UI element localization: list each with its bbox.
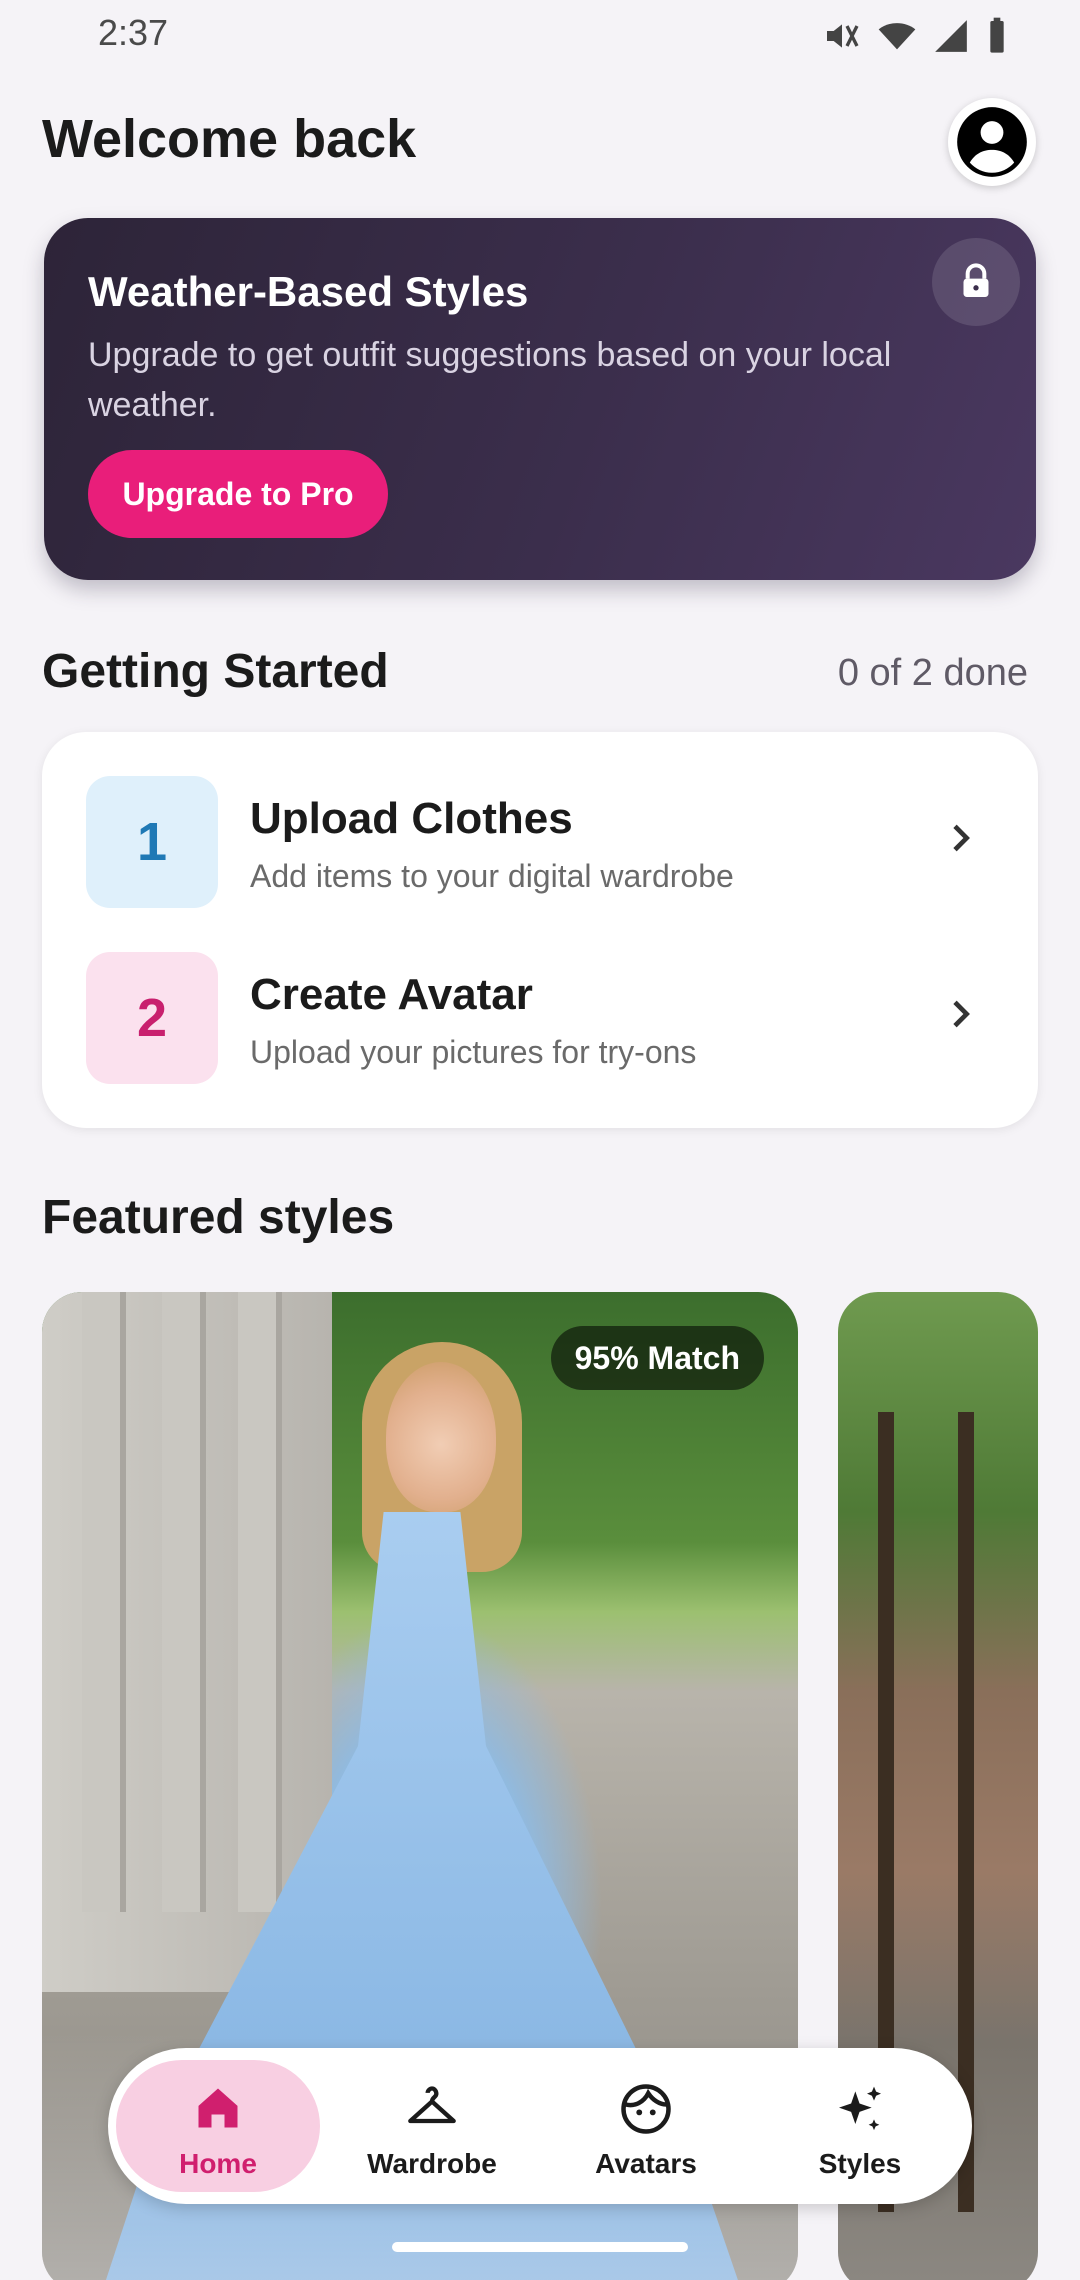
featured-styles-title: Featured styles	[42, 1191, 395, 1244]
nav-label: Wardrobe	[367, 2148, 497, 2179]
step-title: Upload Clothes	[250, 794, 573, 843]
battery-icon	[990, 17, 1004, 53]
weather-styles-card: Weather-Based Styles Upgrade to get outf…	[44, 218, 1036, 580]
step-subtitle: Add items to your digital wardrobe	[250, 858, 734, 894]
nav-label: Styles	[818, 2148, 902, 2179]
upgrade-to-pro-button[interactable]: Upgrade to Pro	[88, 450, 388, 538]
nav-wardrobe[interactable]: Wardrobe	[330, 2060, 534, 2192]
hanger-icon	[408, 2086, 456, 2124]
bottom-navigation: Home Wardrobe Avatars Styles	[108, 2048, 972, 2204]
chevron-right-icon	[953, 1000, 970, 1028]
photo-pillar	[238, 1292, 282, 1912]
photo-pillar	[162, 1292, 206, 1912]
getting-started-card: 1 Upload Clothes Add items to your digit…	[42, 732, 1038, 1128]
profile-button[interactable]	[948, 98, 1036, 186]
getting-started-progress: 0 of 2 done	[837, 652, 1028, 694]
step-subtitle: Upload your pictures for try-ons	[250, 1034, 697, 1070]
match-badge: 95% Match	[550, 1326, 764, 1390]
getting-started-title: Getting Started	[42, 645, 389, 698]
step-number: 1	[86, 776, 218, 908]
home-indicator[interactable]	[392, 2242, 688, 2252]
chevron-right-icon	[953, 824, 970, 852]
account-icon	[957, 107, 1027, 177]
sparkle-icon	[839, 2086, 881, 2131]
step-upload-clothes[interactable]: 1 Upload Clothes Add items to your digit…	[42, 732, 1038, 908]
face-icon	[621, 2084, 671, 2134]
photo-model-face	[386, 1362, 496, 1512]
mute-icon	[827, 24, 859, 48]
status-icons	[822, 16, 1010, 56]
step-create-avatar[interactable]: 2 Create Avatar Upload your pictures for…	[42, 908, 1038, 1084]
step-title: Create Avatar	[250, 970, 533, 1019]
status-time: 2:37	[98, 12, 169, 53]
page-title: Welcome back	[42, 109, 417, 169]
nav-label: Avatars	[595, 2148, 697, 2179]
lock-icon	[963, 263, 989, 297]
home-icon	[198, 2088, 238, 2128]
signal-icon	[935, 20, 967, 52]
nav-styles[interactable]: Styles	[758, 2060, 962, 2192]
photo-pillar	[82, 1292, 126, 1912]
wifi-icon	[878, 23, 916, 50]
nav-label: Home	[179, 2148, 257, 2179]
lock-badge	[932, 238, 1020, 326]
nav-avatars[interactable]: Avatars	[544, 2060, 748, 2192]
nav-home[interactable]: Home	[116, 2060, 320, 2192]
step-number: 2	[86, 952, 218, 1084]
weather-card-title: Weather-Based Styles	[88, 268, 529, 315]
weather-card-description: Upgrade to get outfit suggestions based …	[88, 336, 892, 424]
status-bar: 2:37	[0, 0, 1080, 66]
